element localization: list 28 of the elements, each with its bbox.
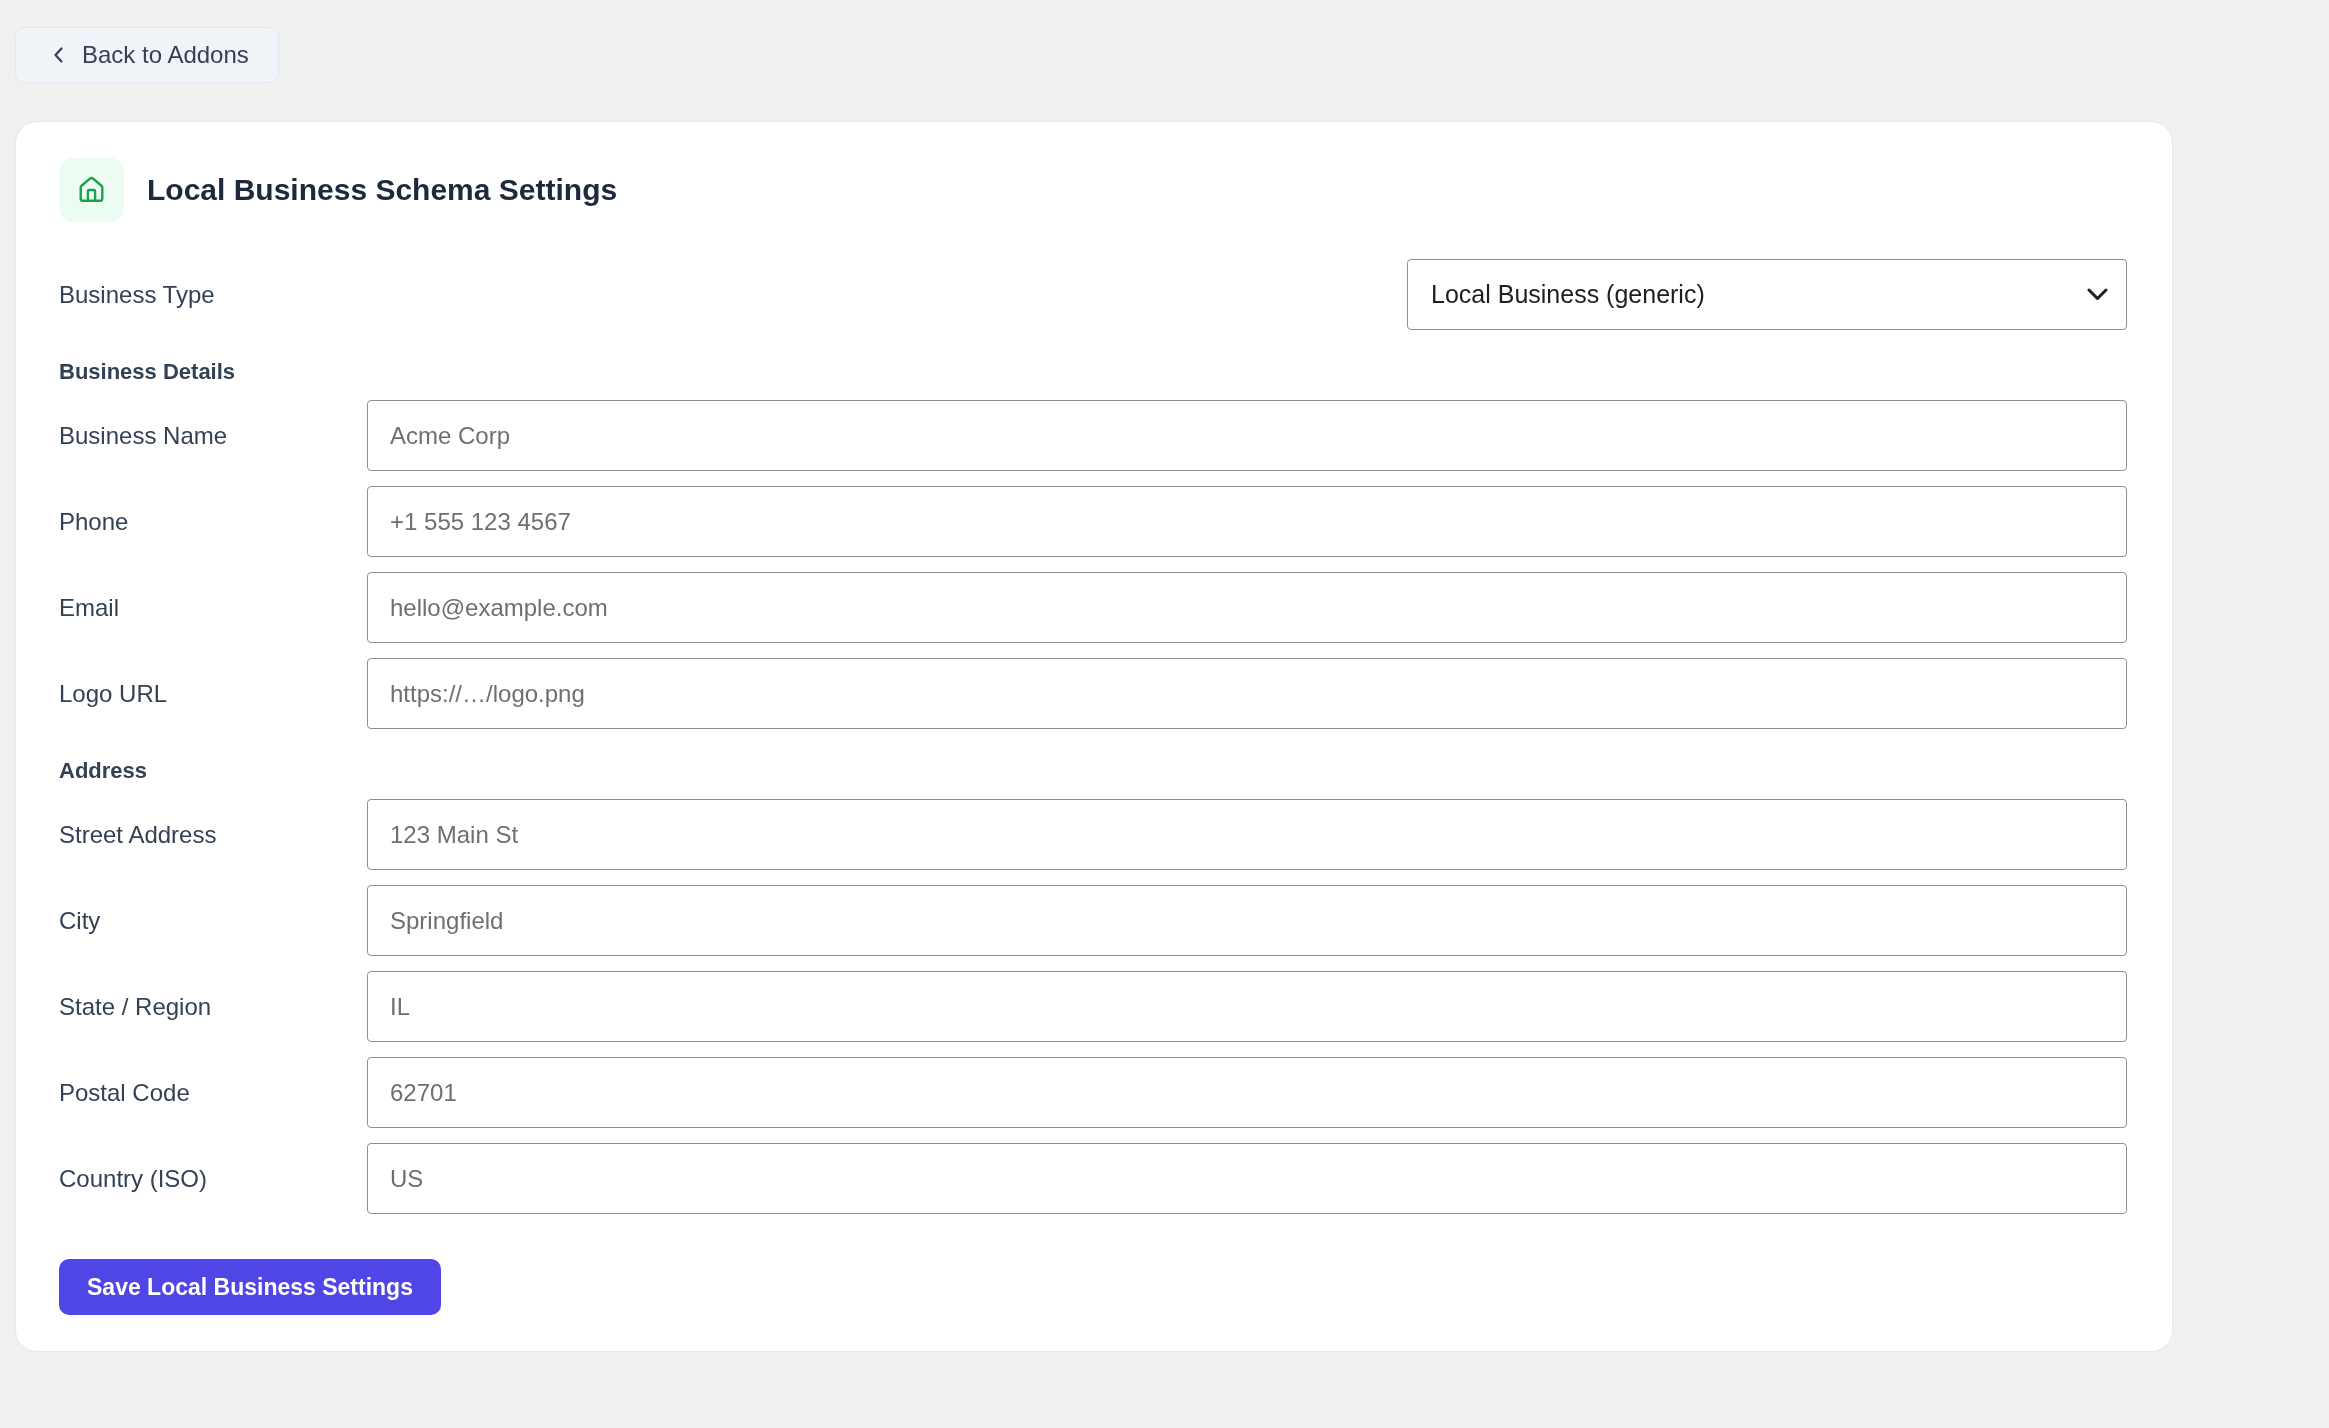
card-title: Local Business Schema Settings <box>147 173 618 207</box>
field-label: Business Name <box>59 421 228 450</box>
text-field[interactable]: 62701 <box>367 1057 2127 1128</box>
field-label: Phone <box>59 507 129 536</box>
field-label: Postal Code <box>59 1078 190 1107</box>
text-field[interactable]: +1 555 123 4567 <box>367 486 2127 557</box>
text-field[interactable]: 123 Main St <box>367 799 2127 870</box>
field-label: Business Type <box>59 280 215 309</box>
field-label: Email <box>59 593 119 622</box>
field-label: Logo URL <box>59 679 168 708</box>
save-button[interactable]: Save Local Business Settings <box>59 1259 441 1315</box>
field-label: Country (ISO) <box>59 1164 208 1193</box>
section-heading: Business Details <box>59 358 237 386</box>
back-button[interactable]: Back to Addons <box>15 27 279 83</box>
dropdown-select[interactable]: Local Business (generic) <box>1407 259 2127 330</box>
text-field[interactable]: Acme Corp <box>367 400 2127 471</box>
text-field[interactable]: IL <box>367 971 2127 1042</box>
text-field[interactable]: US <box>367 1143 2127 1214</box>
section-heading: Address <box>59 757 149 785</box>
chevron-left-icon <box>54 47 63 63</box>
chevron-down-icon <box>2087 288 2108 301</box>
house-icon <box>59 158 124 222</box>
field-label: City <box>59 906 101 935</box>
text-field[interactable]: hello@example.com <box>367 572 2127 643</box>
field-label: Street Address <box>59 820 217 849</box>
field-label: State / Region <box>59 992 212 1021</box>
text-field[interactable]: Springfield <box>367 885 2127 956</box>
text-field[interactable]: https://…/logo.png <box>367 658 2127 729</box>
